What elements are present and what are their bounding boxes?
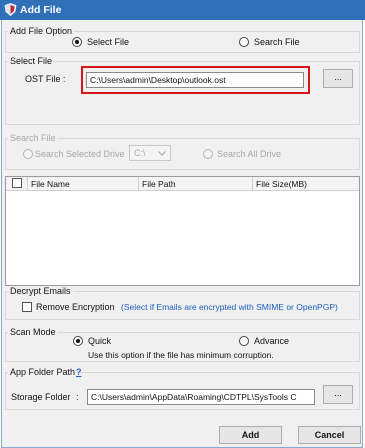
select-file-radio[interactable]: [72, 37, 82, 47]
search-file-radio-label[interactable]: Search File: [254, 37, 300, 48]
search-file-radio[interactable]: [239, 37, 249, 47]
chevron-down-icon: [158, 151, 166, 156]
search-selected-drive-radio[interactable]: [23, 149, 33, 159]
app-folder-label: App Folder Path: [8, 367, 78, 377]
add-button[interactable]: Add: [219, 426, 282, 444]
column-separator: [27, 177, 28, 191]
app-folder-help-link[interactable]: ?: [76, 367, 82, 378]
file-list-header: File Name File Path File Size(MB): [6, 177, 359, 191]
storage-folder-colon: :: [76, 392, 79, 402]
storage-folder-label: Storage Folder: [11, 392, 71, 402]
storage-folder-input[interactable]: C:\Users\admin\AppData\Roaming\CDTPL\Sys…: [87, 389, 315, 405]
scan-mode-label: Scan Mode: [8, 327, 58, 337]
decrypt-hint: (Select if Emails are encrypted with SMI…: [121, 302, 338, 312]
select-file-radio-label[interactable]: Select File: [87, 37, 129, 48]
ost-browse-button[interactable]: ...: [323, 69, 353, 88]
advance-scan-label[interactable]: Advance: [254, 336, 289, 347]
select-all-checkbox[interactable]: [12, 178, 22, 188]
search-all-drive-label[interactable]: Search All Drive: [217, 149, 281, 160]
window-title: Add File: [20, 4, 62, 16]
ost-file-label: OST File :: [25, 74, 66, 84]
column-separator: [252, 177, 253, 191]
column-file-size[interactable]: File Size(MB): [256, 179, 307, 189]
file-list-table[interactable]: File Name File Path File Size(MB): [5, 176, 360, 286]
remove-encryption-label[interactable]: Remove Encryption: [36, 302, 115, 313]
shield-icon: [4, 3, 17, 16]
dialog-body: Add File Option Select File Search File …: [1, 20, 363, 448]
decrypt-emails-label: Decrypt Emails: [8, 286, 73, 296]
advance-scan-radio[interactable]: [239, 336, 249, 346]
quick-scan-radio[interactable]: [73, 336, 83, 346]
remove-encryption-checkbox[interactable]: [22, 302, 32, 312]
add-file-option-label: Add File Option: [8, 26, 75, 36]
select-file-group-label: Select File: [8, 56, 55, 66]
drive-select[interactable]: C:\: [129, 145, 171, 161]
quick-scan-label[interactable]: Quick: [88, 336, 111, 347]
column-separator: [138, 177, 139, 191]
storage-browse-button[interactable]: ...: [323, 385, 353, 404]
cancel-button[interactable]: Cancel: [298, 426, 361, 444]
search-file-group-label: Search File: [8, 133, 58, 143]
ost-file-input[interactable]: C:\Users\admin\Desktop\outlook.ost: [86, 72, 304, 88]
column-file-name[interactable]: File Name: [31, 179, 70, 189]
drive-select-value: C:\: [134, 148, 146, 158]
title-bar: Add File: [0, 0, 365, 20]
search-all-drive-radio[interactable]: [203, 149, 213, 159]
column-file-path[interactable]: File Path: [142, 179, 176, 189]
scan-mode-hint: Use this option if the file has minimum …: [88, 350, 274, 360]
search-selected-drive-label[interactable]: Search Selected Drive: [35, 149, 125, 160]
